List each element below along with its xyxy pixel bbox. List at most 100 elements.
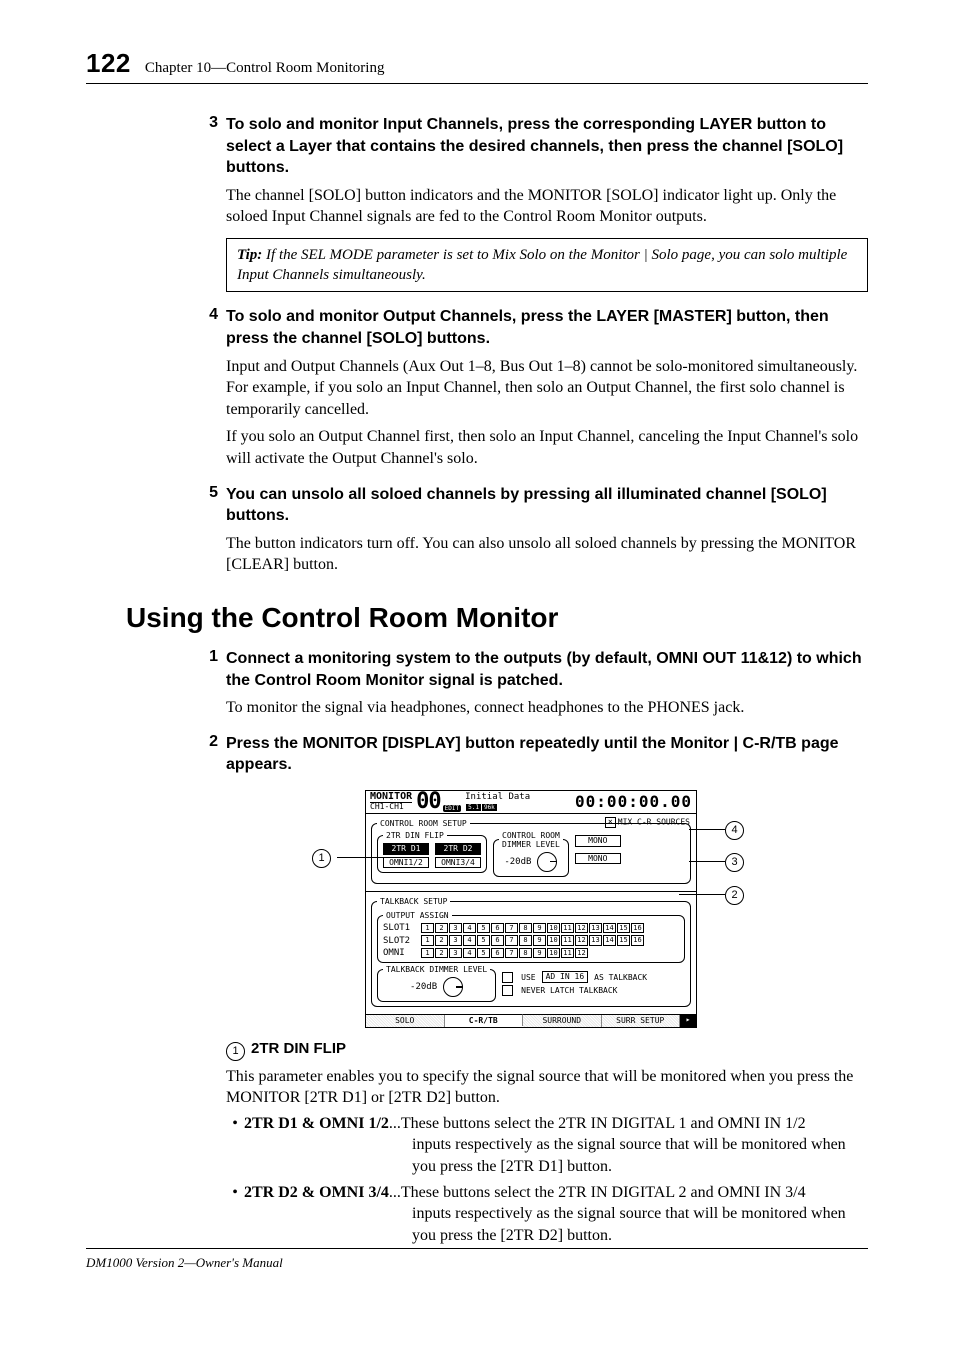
lcd-timecode: 00:00:00.00	[575, 792, 692, 811]
lcd-crs-legend: CONTROL ROOM SETUP	[377, 819, 470, 828]
lcd-tb-dimmer-value: -20dB	[410, 982, 437, 992]
bullet-text: ...These buttons select the 2TR IN DIGIT…	[389, 1184, 806, 1201]
checkbox-icon	[502, 985, 513, 996]
lcd-header: MONITOR CH1-CH1 00 EDIT Initial Data 5.1…	[366, 791, 696, 814]
footer: DM1000 Version 2—Owner's Manual	[86, 1248, 868, 1271]
knob-icon	[537, 852, 557, 872]
lcd-tab-bar: SOLO C-R/TB SURROUND SURR SETUP ▸	[366, 1014, 696, 1027]
lcd-tab-crtb: C-R/TB	[445, 1014, 524, 1026]
display-screenshot: 1 2 3 4 MONITOR CH1-CH1	[316, 790, 746, 1028]
step-heading: To solo and monitor Output Channels, pre…	[226, 306, 868, 349]
body-paragraph: If you solo an Output Channel first, the…	[226, 426, 868, 469]
callout-2: 2	[725, 886, 744, 905]
bullet-label: 2TR D1 & OMNI 1/2	[244, 1115, 389, 1132]
knob-icon	[443, 977, 463, 997]
lcd-assign-btn: 13	[589, 923, 602, 933]
lcd-assign-btn: 1	[421, 923, 434, 933]
lcd-assign-btn: 11	[561, 923, 574, 933]
param-name: 2TR DIN FLIP	[251, 1040, 346, 1057]
lcd-edit-badge: EDIT	[443, 805, 461, 812]
lcd-page-name: MONITOR	[370, 792, 412, 802]
bullet-dot-icon: •	[226, 1113, 244, 1135]
lcd-badge-fs: 96k	[482, 804, 497, 811]
lcd-tb-never: NEVER LATCH TALKBACK	[521, 986, 617, 995]
bullet-item: • 2TR D1 & OMNI 1/2...These buttons sele…	[226, 1113, 868, 1135]
lcd-assign-btn: 5	[477, 923, 490, 933]
lcd-channel: CH1-CH1	[370, 802, 412, 811]
lcd-assign-btn: 6	[491, 948, 504, 958]
lcd-assign-btn: 7	[505, 935, 518, 945]
lcd-control-room-setup: CONTROL ROOM SETUP 2TR DIN FLIP 2TR D1 2…	[371, 819, 691, 884]
lcd-assign-btn: 7	[505, 948, 518, 958]
lcd-assign-btn: 2	[435, 948, 448, 958]
body-paragraph: Input and Output Channels (Aux Out 1–8, …	[226, 356, 868, 421]
callout-4: 4	[725, 821, 744, 840]
lcd-tab-surround: SURROUND	[523, 1015, 602, 1027]
lcd-output-assign: OUTPUT ASSIGN SLOT1123456789101112131415…	[377, 911, 685, 963]
lcd-assign-btn: 2	[435, 935, 448, 945]
section-heading: Using the Control Room Monitor	[126, 602, 868, 634]
lcd-assign-btn: 10	[547, 948, 560, 958]
lcd-dimmer-legend: CONTROL ROOM DIMMER LEVEL	[499, 831, 563, 849]
callout-3: 3	[725, 853, 744, 872]
footer-text: DM1000 Version 2—Owner's Manual	[86, 1255, 283, 1270]
body-paragraph: To monitor the signal via headphones, co…	[226, 697, 868, 719]
lcd-tab-surr-setup: SURR SETUP	[602, 1015, 681, 1027]
step-number: 4	[194, 306, 218, 324]
step: 4 To solo and monitor Output Channels, p…	[194, 306, 868, 349]
bullet-dot-icon: •	[226, 1182, 244, 1204]
lcd-talkback-setup: TALKBACK SETUP OUTPUT ASSIGN SLOT1123456…	[371, 897, 691, 1007]
tip-box: Tip: If the SEL MODE parameter is set to…	[226, 238, 868, 293]
bullet-text: ...These buttons select the 2TR IN DIGIT…	[389, 1115, 806, 1132]
lcd-assign-btn: 1	[421, 948, 434, 958]
param-number: 1	[226, 1042, 245, 1061]
bullet-label: 2TR D2 & OMNI 3/4	[244, 1184, 389, 1201]
lcd-btn-omni12: OMNI1/2	[383, 857, 429, 869]
body-paragraph: The channel [SOLO] button indicators and…	[226, 185, 868, 228]
lcd-assign-btn: 11	[561, 948, 574, 958]
lcd-scene-name: Initial Data	[465, 792, 530, 802]
lcd-assign-btn: 6	[491, 935, 504, 945]
lcd-assign-btn: 9	[533, 923, 546, 933]
lcd-assign-btn: 7	[505, 923, 518, 933]
lcd-assign-btn: 12	[575, 923, 588, 933]
lcd-assign-btn: 12	[575, 948, 588, 958]
step: 1 Connect a monitoring system to the out…	[194, 648, 868, 691]
lcd-omni-label: OMNI	[383, 948, 415, 958]
lcd-assign-btn: 6	[491, 923, 504, 933]
lcd-assign-btn: 3	[449, 948, 462, 958]
step-number: 2	[194, 733, 218, 751]
lcd-assign-btn: 3	[449, 935, 462, 945]
step-heading: To solo and monitor Input Channels, pres…	[226, 114, 868, 179]
lcd-assign-btn: 15	[617, 923, 630, 933]
lcd-din-flip-legend: 2TR DIN FLIP	[383, 831, 447, 840]
lcd-assign-btn: 14	[603, 935, 616, 945]
running-header: 122 Chapter 10—Control Room Monitoring	[86, 48, 868, 84]
step-heading: Press the MONITOR [DISPLAY] button repea…	[226, 733, 868, 776]
bullet-item: • 2TR D2 & OMNI 3/4...These buttons sele…	[226, 1182, 868, 1204]
bullet-continuation: inputs respectively as the signal source…	[412, 1134, 868, 1177]
chapter-title: Chapter 10—Control Room Monitoring	[145, 60, 385, 77]
lcd-assign-btn: 2	[435, 923, 448, 933]
lcd-assign-btn: 10	[547, 935, 560, 945]
step: 2 Press the MONITOR [DISPLAY] button rep…	[194, 733, 868, 776]
lcd-btn-2tr-d1: 2TR D1	[383, 843, 429, 855]
lcd-slot2-label: SLOT2	[383, 936, 415, 946]
lcd-tb-as: AS TALKBACK	[594, 973, 647, 982]
lcd-assign-btn: 4	[463, 935, 476, 945]
lcd-assign-btn: 10	[547, 923, 560, 933]
body-paragraph: The button indicators turn off. You can …	[226, 533, 868, 576]
lcd-btn-mono-1: MONO	[575, 835, 621, 847]
lcd-assign-btn: 13	[589, 935, 602, 945]
steps-block-a: 3 To solo and monitor Input Channels, pr…	[194, 114, 868, 576]
steps-block-b: 1 Connect a monitoring system to the out…	[194, 648, 868, 776]
step-number: 5	[194, 484, 218, 502]
step-heading: You can unsolo all soloed channels by pr…	[226, 484, 868, 527]
lcd-btn-2tr-d2: 2TR D2	[435, 843, 481, 855]
lcd-assign-btn: 8	[519, 935, 532, 945]
lcd-assign-btn: 11	[561, 935, 574, 945]
lcd-btn-omni34: OMNI3/4	[435, 857, 481, 869]
step-number: 3	[194, 114, 218, 132]
lcd-scene-number: 00	[416, 792, 441, 812]
lcd-assign-btn: 16	[631, 923, 644, 933]
